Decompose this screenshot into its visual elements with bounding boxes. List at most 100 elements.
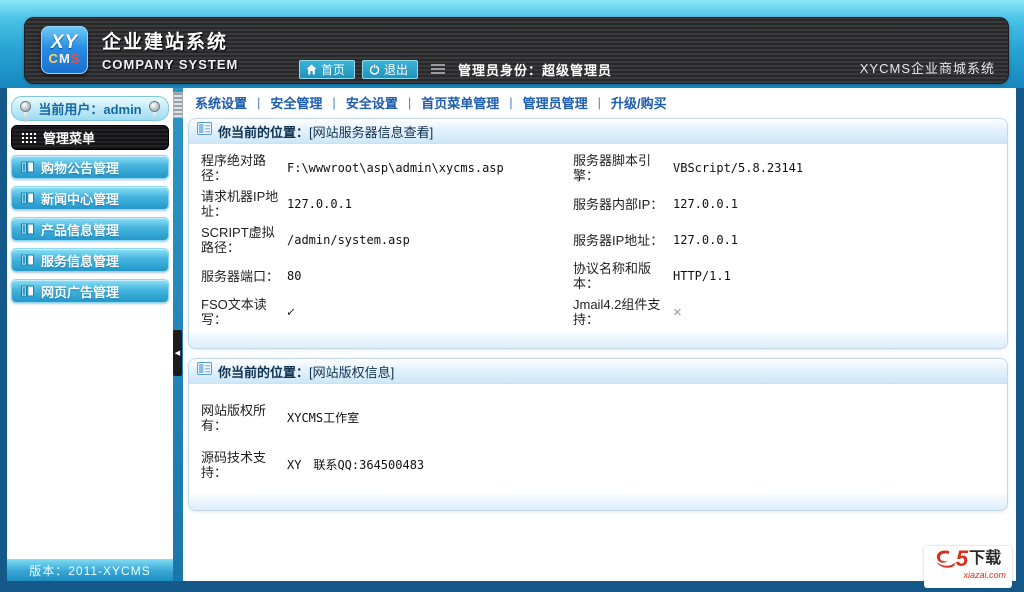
gripper-icon[interactable] [173, 92, 183, 118]
sidebar-item-4[interactable]: 服务信息管理 [11, 248, 169, 272]
grid-cell: 服务器端口： [201, 258, 287, 294]
sidebar-menu: 购物公告管理 新闻中心管理 产品信息管理 服务信息管理 网页广告管理 [10, 155, 170, 303]
check-icon: ✓ [285, 304, 296, 320]
system-name-text: XYCMS企业商城系统 [859, 61, 995, 76]
panel-footer [189, 494, 1007, 510]
grid-cell: HTTP/1.1 [673, 258, 1003, 294]
field-label: FSO文本读写： [201, 297, 267, 327]
version-bar: 版本：2011-XYCMS [7, 559, 173, 581]
location-name: [网站服务器信息查看] [309, 124, 434, 140]
server-panel-header: 你当前的位置：[网站服务器信息查看] [189, 119, 1007, 144]
grid-cell: ✓ [285, 294, 573, 330]
field-value: XY 联系QQ:364500483 [287, 458, 425, 472]
sidebar-item-3[interactable]: 产品信息管理 [11, 217, 169, 241]
grid-cell: 127.0.0.1 [673, 222, 1003, 258]
server-panel-title: 你当前的位置：[网站服务器信息查看] [218, 122, 433, 141]
server-info-grid: 程序绝对路径： F:\wwwroot\asp\admin\xycms.asp 服务器… [189, 144, 1007, 332]
location-prefix: 你当前的位置： [218, 364, 310, 380]
current-user-bar: 当前用户：admin [11, 96, 169, 122]
logout-button[interactable]: 退出 [362, 60, 419, 79]
field-label: 服务器脚本引擎： [573, 153, 652, 183]
logo-letter: S [70, 51, 81, 66]
field-value: XYCMS工作室 [287, 411, 360, 425]
sidebar-item-label: 产品信息管理 [41, 222, 120, 238]
pin-icon [20, 101, 31, 122]
field-label: 网站版权所有： [201, 402, 267, 433]
nav-separator: | [597, 95, 602, 110]
grid-cell: 程序绝对路径： [201, 150, 287, 186]
copyright-panel-header: 你当前的位置：[网站版权信息] [189, 359, 1007, 384]
nav-link-3[interactable]: 安全设置 [346, 93, 398, 112]
grid-cell: F:\wwwroot\asp\admin\xycms.asp [287, 150, 573, 186]
grid-cell: SCRIPT虚拟路径： [201, 222, 287, 258]
grid-cell: 127.0.0.1 [673, 186, 1003, 222]
sidebar-item-label: 购物公告管理 [41, 160, 120, 176]
location-prefix: 你当前的位置： [218, 124, 310, 140]
module-icon [21, 192, 34, 204]
sidebar-item-5[interactable]: 网页广告管理 [11, 279, 169, 303]
field-label: 服务器IP地址： [573, 232, 664, 248]
download-text: 下载 [969, 550, 1002, 567]
grid-cell: 80 [287, 258, 573, 294]
field-value: 80 [287, 269, 302, 283]
copyright-row: 网站版权所有： XYCMS工作室 [201, 394, 1003, 441]
home-button-label: 首页 [321, 63, 346, 77]
home-button[interactable]: 首页 [299, 60, 356, 79]
brand-titles: 企业建站系统 COMPANY SYSTEM [102, 27, 238, 72]
field-value: 127.0.0.1 [287, 197, 353, 211]
module-icon [21, 285, 34, 297]
grid-cell: 协议名称和版本： [573, 258, 673, 294]
grid-dots-icon [21, 132, 36, 143]
main-area: 系统设置 | 安全管理 | 安全设置 | 首页菜单管理 | 管理员管理 | 升级/购买 你当前的位置… [183, 88, 1016, 581]
module-icon [21, 161, 34, 173]
header-actions: 首页 退出 管理员身份：超级管理员 [299, 60, 612, 79]
sidebar-item-label: 服务信息管理 [41, 253, 120, 269]
a5-logo: 5 下载 [928, 548, 1008, 570]
location-name: [网站版权信息] [309, 364, 395, 380]
field-value: VBScript/5.8.23141 [673, 161, 804, 175]
copyright-row: 源码技术支持： XY 联系QQ:364500483 [201, 441, 1003, 488]
logo-letter: C [48, 51, 59, 66]
admin-identity-text: 管理员身份：超级管理员 [458, 63, 613, 78]
field-label: 协议名称和版本： [573, 261, 652, 291]
location-icon [197, 362, 212, 380]
grid-cell: × [673, 294, 1003, 330]
field-value: /admin/system.asp [287, 233, 410, 247]
nav-link-4[interactable]: 首页菜单管理 [421, 93, 499, 112]
sidebar-item-1[interactable]: 购物公告管理 [11, 155, 169, 179]
copyright-panel-title: 你当前的位置：[网站版权信息] [218, 362, 394, 381]
grid-cell: 服务器脚本引擎： [573, 150, 673, 186]
server-info-panel: 你当前的位置：[网站服务器信息查看] 程序绝对路径： F:\wwwroot\asp… [188, 118, 1008, 349]
grid-cell: VBScript/5.8.23141 [673, 150, 1003, 186]
nav-link-5[interactable]: 管理员管理 [523, 93, 588, 112]
grid-cell: 请求机器IP地址： [201, 186, 287, 222]
logout-button-label: 退出 [384, 63, 409, 77]
copyright-panel: 你当前的位置：[网站版权信息] 网站版权所有： XYCMS工作室源码技术支持： XY… [188, 358, 1008, 511]
sidebar-collapse-handle[interactable]: ◀ [173, 330, 182, 376]
grid-cell: 127.0.0.1 [287, 186, 573, 222]
grid-cell: 服务器IP地址： [573, 222, 673, 258]
lines-icon [431, 64, 446, 75]
field-label: Jmail4.2组件支持： [573, 297, 661, 327]
nav-link-6[interactable]: 升级/购买 [611, 93, 667, 112]
logo-letter: M [58, 51, 71, 66]
nav-link-1[interactable]: 系统设置 [195, 93, 247, 112]
site-text: xiazai.com [963, 570, 1006, 580]
nav-separator: | [257, 95, 261, 110]
top-band: XY CMS 企业建站系统 COMPANY SYSTEM 首页 退出 管理员身份… [0, 0, 1024, 88]
sidebar-item-2[interactable]: 新闻中心管理 [11, 186, 169, 210]
logo-text-top: XY [50, 32, 79, 53]
grid-cell: Jmail4.2组件支持： [573, 294, 673, 330]
module-icon [21, 223, 34, 235]
field-label: 服务器内部IP： [573, 196, 664, 212]
a5-download-watermark: 5 下载 xiazai.com [924, 546, 1012, 588]
grid-cell: FSO文本读写： [201, 294, 287, 330]
nav-link-2[interactable]: 安全管理 [270, 93, 322, 112]
location-icon [197, 122, 212, 140]
sidebar-item-label: 新闻中心管理 [41, 191, 120, 207]
app-title-en: COMPANY SYSTEM [102, 57, 239, 72]
field-label: 源码技术支持： [201, 449, 267, 480]
top-nav: 系统设置 | 安全管理 | 安全设置 | 首页菜单管理 | 管理员管理 | 升级/购买 [183, 88, 1016, 117]
sidebar-item-label: 网页广告管理 [41, 284, 120, 300]
field-value: F:\wwwroot\asp\admin\xycms.asp [287, 161, 504, 175]
